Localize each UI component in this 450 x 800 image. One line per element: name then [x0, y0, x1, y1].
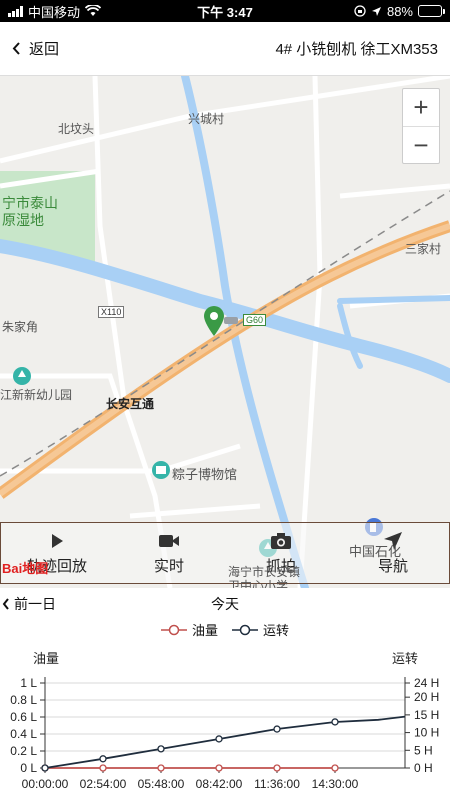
map-label-school2: 卫中心小学 — [228, 579, 289, 588]
x-tick-label: 08:42:00 — [196, 777, 243, 791]
series-point-1 — [215, 735, 223, 743]
series-point-1 — [41, 764, 49, 772]
series-point-1 — [273, 725, 281, 733]
legend-runtime-marker-icon — [232, 624, 258, 635]
series-point-0 — [273, 764, 281, 772]
series-line-1 — [44, 715, 406, 769]
back-label: 返回 — [29, 41, 60, 58]
previous-day-button[interactable]: 前一日 — [2, 594, 56, 614]
map-label-zhujiajiao: 朱家角 — [2, 320, 39, 334]
museum-poi-icon — [152, 461, 170, 479]
map-view[interactable]: 兴城村 北坟头 宁市泰山 原湿地 三家村 朱家角 江新新幼儿园 长安互通 粽子博… — [0, 76, 450, 588]
legend-fuel-marker-icon — [160, 624, 187, 635]
signal-icon — [8, 5, 23, 17]
series-point-1 — [331, 718, 339, 726]
left-tick-label: 0 L — [20, 761, 37, 775]
battery-percent: 88% — [386, 3, 413, 19]
map-label-changan: 长安互通 — [106, 397, 155, 411]
left-axis-title: 油量 — [33, 651, 59, 666]
right-tick-label: 24 H — [414, 676, 439, 690]
carrier-label: 中国移动 — [28, 4, 81, 20]
video-camera-icon — [159, 534, 179, 547]
app-root: 中国移动 下午 3:47 88% 返回 4# 小铣刨机 徐工XM353 兴城村 … — [0, 0, 450, 800]
map-label-wetland: 原湿地 — [2, 212, 44, 228]
right-tick-label: 15 H — [414, 708, 439, 722]
right-axis-title: 运转 — [392, 651, 418, 666]
series-point-0 — [331, 764, 339, 772]
series-point-1 — [157, 745, 165, 753]
zoom-control: + − — [402, 88, 440, 164]
status-time: 下午 3:47 — [197, 4, 253, 20]
left-tick-label: 0.4 L — [10, 727, 37, 741]
legend-item-fuel[interactable]: 油量 — [160, 620, 218, 639]
map-label-xingcheng: 兴城村 — [188, 112, 225, 126]
legend-fuel-label: 油量 — [191, 623, 218, 638]
x-tick-label: 00:00:00 — [22, 777, 69, 791]
legend-item-runtime[interactable]: 运转 — [232, 620, 289, 639]
camera-icon — [271, 532, 291, 549]
left-tick-label: 0.8 L — [10, 693, 37, 707]
legend-runtime-label: 运转 — [263, 623, 290, 638]
series-point-0 — [99, 764, 107, 772]
right-tick-label: 20 H — [414, 690, 439, 704]
map-label-kindergarten: 江新新幼儿园 — [0, 388, 73, 402]
park-poi-icon — [13, 367, 31, 385]
back-button[interactable]: 返回 — [12, 38, 59, 59]
realtime-label: 实时 — [153, 557, 184, 575]
left-tick-label: 0.6 L — [10, 710, 37, 724]
current-day-label: 今天 — [211, 596, 239, 612]
road-shield-x110: X110 — [98, 306, 125, 318]
realtime-button[interactable]: 实时 — [113, 523, 225, 583]
chevron-left-icon — [2, 598, 9, 610]
zoom-in-button[interactable]: + — [403, 89, 439, 126]
left-tick-label: 0.2 L — [10, 744, 37, 758]
series-point-0 — [215, 764, 223, 772]
left-tick-label: 1 L — [20, 676, 37, 690]
x-tick-label: 05:48:00 — [138, 777, 185, 791]
header-bar: 返回 4# 小铣刨机 徐工XM353 — [0, 22, 450, 76]
orientation-lock-icon — [354, 5, 366, 17]
status-bar: 中国移动 下午 3:47 88% — [0, 0, 450, 22]
map-label-beifentou: 北坟头 — [58, 122, 95, 136]
series-point-0 — [157, 764, 165, 772]
previous-day-label: 前一日 — [14, 596, 56, 612]
vehicle-location-pin-icon[interactable] — [203, 305, 225, 337]
date-nav: 前一日 今天 — [0, 594, 450, 618]
location-icon — [371, 6, 381, 16]
right-tick-label: 5 H — [414, 743, 433, 757]
zoom-out-button[interactable]: − — [403, 126, 439, 163]
series-point-1 — [99, 755, 107, 763]
map-label-sinopec: 中国石化 — [349, 544, 402, 559]
chevron-left-icon — [12, 42, 20, 55]
x-tick-label: 11:36:00 — [254, 777, 300, 791]
play-icon — [52, 533, 63, 548]
baidu-map-logo: Bai地图 — [2, 561, 49, 576]
map-canvas — [0, 76, 450, 588]
map-label-sanjia: 三家村 — [405, 242, 442, 256]
battery-icon — [418, 5, 445, 17]
x-tick-label: 14:30:00 — [312, 777, 359, 791]
fuel-runtime-chart: 油量 运转 0 L 0.2 L 0.4 L 0.6 L 0.8 L 1 L 0 H 5 H 10 H… — [10, 651, 439, 791]
x-tick-label: 02:54:00 — [80, 777, 127, 791]
map-label-zongzi: 粽子博物馆 — [172, 467, 238, 482]
right-tick-label: 0 H — [414, 761, 433, 775]
right-tick-label: 10 H — [414, 726, 439, 740]
wifi-icon — [85, 5, 102, 16]
page-title: 4# 小铣刨机 徐工XM353 — [275, 41, 438, 58]
road-shield-g60: G60 — [243, 314, 267, 326]
chart-legend: 油量 运转 — [0, 620, 450, 639]
